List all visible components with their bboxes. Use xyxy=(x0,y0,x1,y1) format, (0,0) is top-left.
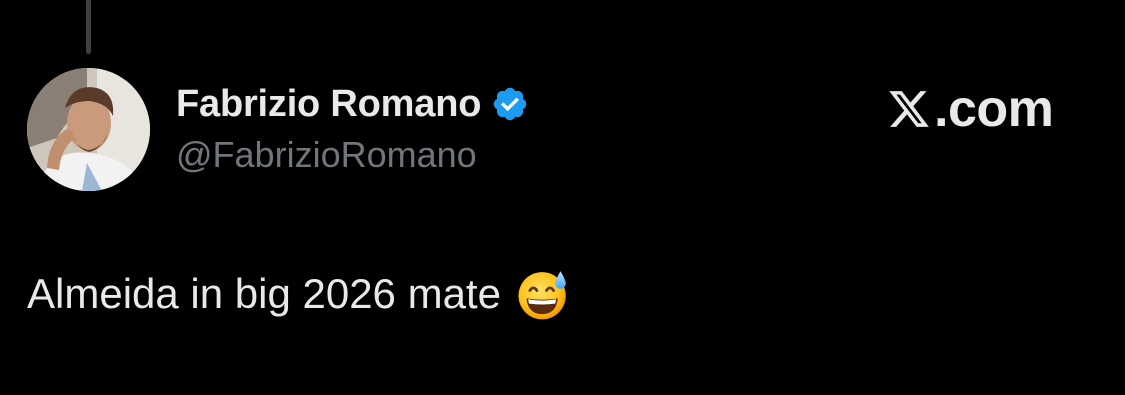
tweet-text: Almeida in big 2026 mate xyxy=(27,270,501,317)
brand-domain-text: .com xyxy=(934,80,1054,138)
x-com-brand: .com xyxy=(886,80,1054,138)
author-display-name[interactable]: Fabrizio Romano xyxy=(176,83,481,126)
author-handle[interactable]: @FabrizioRomano xyxy=(176,134,477,176)
avatar-photo xyxy=(27,68,150,191)
tweet-body: Almeida in big 2026 mate xyxy=(27,266,571,322)
thread-connector-line xyxy=(86,0,91,54)
x-logo-icon xyxy=(889,91,929,127)
verified-badge-icon xyxy=(494,87,527,121)
avatar[interactable] xyxy=(27,68,150,191)
grinning-face-with-sweat-emoji-icon xyxy=(518,271,566,320)
author-name-row[interactable]: Fabrizio Romano xyxy=(176,82,529,126)
